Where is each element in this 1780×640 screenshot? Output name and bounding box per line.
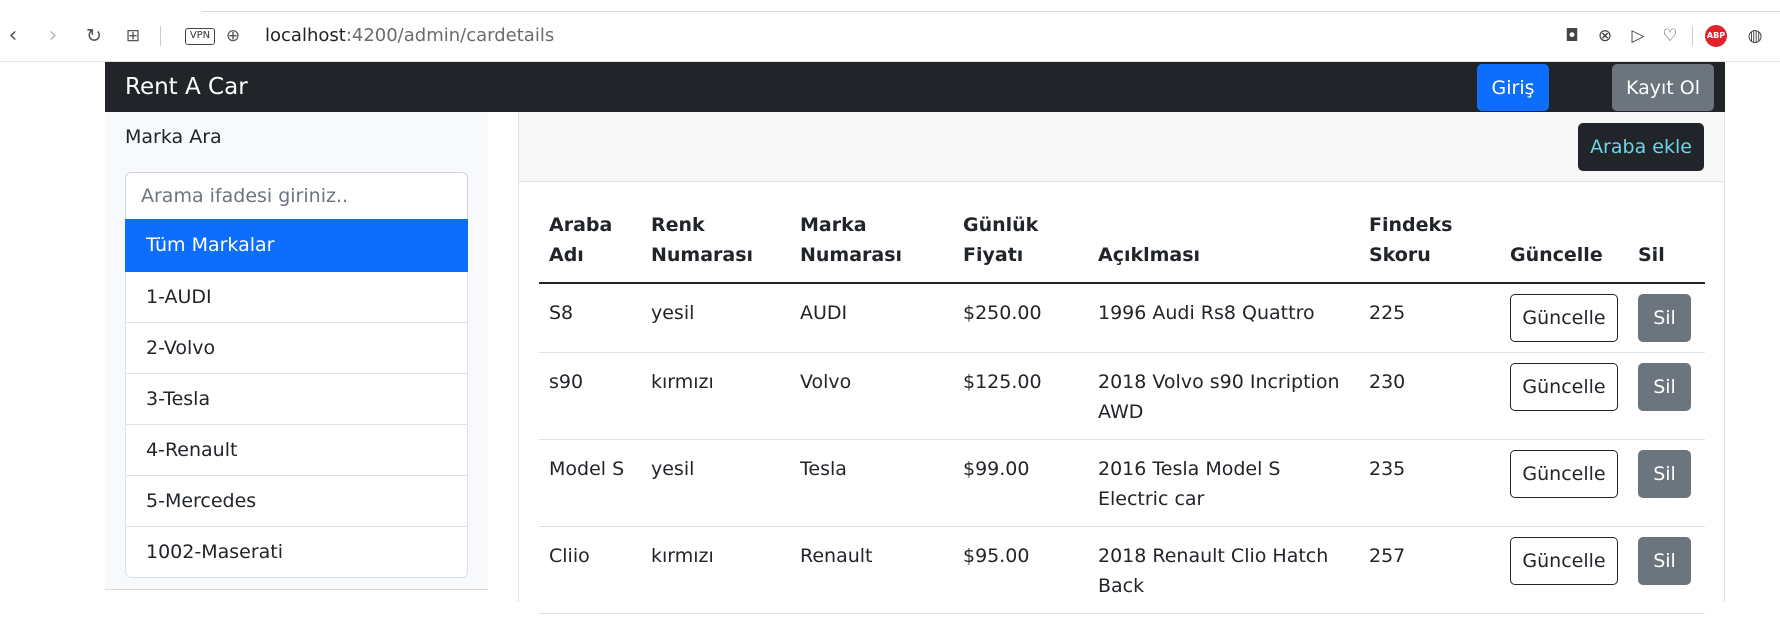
brand-search-input[interactable] [125,172,468,220]
reload-icon[interactable]: ↻ [83,24,105,48]
cell-findeks: 230 [1359,352,1500,440]
add-car-button[interactable]: Araba ekle [1578,123,1704,171]
tabs-grid-icon[interactable]: ⊞ [122,24,144,48]
cell-update: Güncelle [1500,526,1628,614]
brand-item-tesla[interactable]: 3-Tesla [125,374,468,425]
cell-description: 2018 Volvo s90 Incription AWD [1088,352,1359,440]
brand-item-renault[interactable]: 4-Renault [125,425,468,476]
col-header-price: Günlük Fiyatı [953,210,1088,284]
url-host: localhost [265,25,346,46]
cell-name: S8 [539,283,641,353]
forward-icon[interactable]: › [42,24,64,48]
url-path: :4200/admin/cardetails [345,25,555,46]
vpn-icon[interactable]: VPN [185,28,215,45]
cell-color: yesil [641,283,790,353]
brand-item-audi[interactable]: 1-AUDI [125,272,468,323]
col-header-findeks: Findeks Skoru [1359,210,1500,284]
table-row: Cliio kırmızı Renault $95.00 2018 Renaul… [539,526,1705,614]
cell-name: s90 [539,352,641,440]
tab-strip-line [202,11,1780,12]
toolbar-divider [1692,26,1693,46]
cell-brand: AUDI [790,283,953,353]
cell-description: 1996 Audi Rs8 Quattro [1088,283,1359,353]
cell-color: yesil [641,439,790,527]
cell-delete: Sil [1628,283,1705,353]
delete-button[interactable]: Sil [1638,537,1691,585]
update-button[interactable]: Güncelle [1510,537,1618,585]
heart-icon[interactable]: ♡ [1658,24,1682,48]
brand-item-mercedes[interactable]: 5-Mercedes [125,476,468,527]
col-header-delete: Sil [1628,210,1705,284]
cell-findeks: 235 [1359,439,1500,527]
extension-icon[interactable]: ◍ [1743,24,1767,48]
table-row: s90 kırmızı Volvo $125.00 2018 Volvo s90… [539,352,1705,440]
cell-findeks: 257 [1359,526,1500,614]
register-button[interactable]: Kayıt Ol [1612,64,1714,111]
update-button[interactable]: Güncelle [1510,294,1618,342]
brand-item-volvo[interactable]: 2-Volvo [125,323,468,374]
update-button[interactable]: Güncelle [1510,363,1618,411]
cell-findeks: 225 [1359,283,1500,353]
globe-icon[interactable]: ⊕ [222,24,244,48]
delete-button[interactable]: Sil [1638,450,1691,498]
cell-name: Model S [539,439,641,527]
brand-item-all[interactable]: Tüm Markalar [125,219,468,272]
cell-update: Güncelle [1500,283,1628,353]
col-header-brand: Marka Numarası [790,210,953,284]
update-button[interactable]: Güncelle [1510,450,1618,498]
car-table: Araba Adı Renk Numarası Marka Numarası Günl… [539,210,1705,614]
brand-item-maserati[interactable]: 1002-Maserati [125,527,468,578]
table-header-row: Araba Adı Renk Numarası Marka Numarası Günl… [539,210,1705,284]
brand-sidebar: Marka Ara Tüm Markalar 1-AUDI 2-Volvo 3-… [105,112,488,590]
col-header-name: Araba Adı [539,210,641,284]
cell-brand: Volvo [790,352,953,440]
sidebar-title: Marka Ara [125,126,222,148]
cell-update: Güncelle [1500,439,1628,527]
login-button[interactable]: Giriş [1477,64,1549,111]
brand-list: Tüm Markalar 1-AUDI 2-Volvo 3-Tesla 4-Re… [125,219,468,578]
browser-toolbar: ‹ › ↻ ⊞ VPN ⊕ localhost:4200/admin/carde… [0,0,1780,62]
cell-delete: Sil [1628,352,1705,440]
col-header-description: Açıklması [1088,210,1359,284]
cell-description: 2016 Tesla Model S Electric car [1088,439,1359,527]
cell-price: $99.00 [953,439,1088,527]
toolbar-divider [160,26,161,46]
shield-icon[interactable]: ⊗ [1593,24,1617,48]
card-header: Araba ekle [519,112,1724,182]
cell-brand: Renault [790,526,953,614]
cell-price: $95.00 [953,526,1088,614]
cell-brand: Tesla [790,439,953,527]
car-details-card: Araba ekle Araba Adı Renk Numarası Marka Nu… [518,112,1725,614]
cell-delete: Sil [1628,439,1705,527]
table-row: Model S yesil Tesla $99.00 2016 Tesla Mo… [539,439,1705,527]
adblock-icon[interactable]: ABP [1705,25,1727,47]
cell-description: 2018 Renault Clio Hatch Back [1088,526,1359,614]
cell-color: kırmızı [641,526,790,614]
cell-price: $250.00 [953,283,1088,353]
delete-button[interactable]: Sil [1638,294,1691,342]
delete-button[interactable]: Sil [1638,363,1691,411]
cell-update: Güncelle [1500,352,1628,440]
navbar-brand[interactable]: Rent A Car [125,72,248,102]
back-icon[interactable]: ‹ [2,24,24,48]
col-header-color: Renk Numarası [641,210,790,284]
table-row: S8 yesil AUDI $250.00 1996 Audi Rs8 Quat… [539,283,1705,353]
cell-color: kırmızı [641,352,790,440]
col-header-update: Güncelle [1500,210,1628,284]
cell-name: Cliio [539,526,641,614]
send-icon[interactable]: ▷ [1626,24,1650,48]
cell-price: $125.00 [953,352,1088,440]
app-navbar: Rent A Car Giriş Kayıt Ol [105,62,1725,112]
camera-icon[interactable]: ◘ [1560,24,1584,48]
address-bar[interactable]: localhost:4200/admin/cardetails [265,24,554,48]
cell-delete: Sil [1628,526,1705,614]
